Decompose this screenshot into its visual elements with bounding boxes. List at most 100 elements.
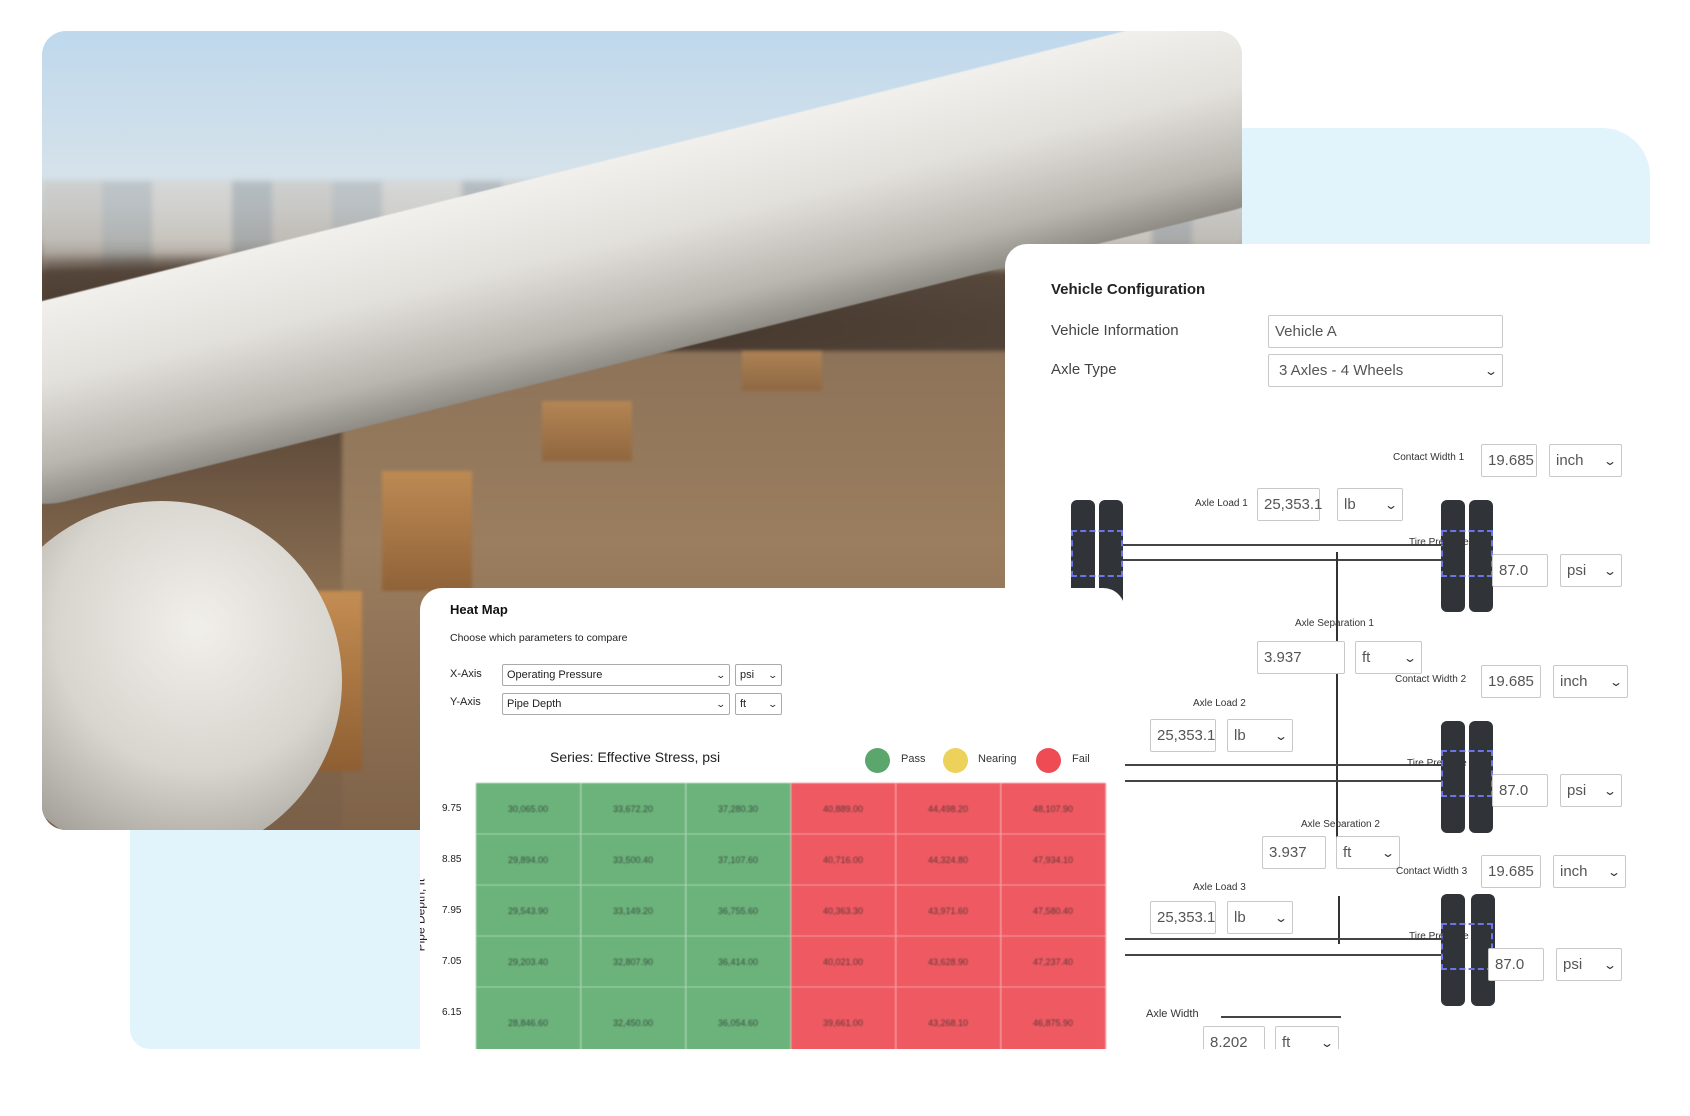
- y-tick-label: 7.05: [442, 955, 462, 967]
- chevron-down-icon: ⌄: [1606, 864, 1622, 879]
- axle-width-line-right: [1221, 1016, 1341, 1018]
- axle-load-1-value: 25,353.1: [1264, 496, 1323, 513]
- chevron-down-icon: ⌄: [1602, 453, 1618, 468]
- separation-2-line: [1338, 896, 1340, 944]
- axle-width-unit-select[interactable]: ft ⌄: [1275, 1026, 1339, 1049]
- heatmap-cell: 43,971.60: [896, 885, 1001, 936]
- tire-pressure-2-input[interactable]: 87.0: [1492, 774, 1548, 807]
- heatmap-cell: 48,107.90: [1001, 783, 1106, 834]
- heatmap-cell: 32,450.00: [581, 987, 686, 1049]
- contact-width-3-value: 19.685: [1488, 863, 1534, 880]
- y-axis-label: Y-Axis: [450, 696, 481, 708]
- heatmap-cell: 29,203.40: [476, 936, 581, 987]
- heatmap-cell: 36,414.00: [686, 936, 791, 987]
- x-axis-parameter-select[interactable]: Operating Pressure ⌄: [502, 664, 730, 686]
- heatmap-cell: 44,324.80: [896, 834, 1001, 885]
- axle-load-2-value: 25,353.1: [1157, 727, 1216, 744]
- axle-load-3-label: Axle Load 3: [1193, 882, 1246, 893]
- y-tick-label: 6.15: [442, 1006, 462, 1018]
- heatmap-cell: 29,894.00: [476, 834, 581, 885]
- contact-width-2-unit-select[interactable]: inch ⌄: [1553, 665, 1628, 698]
- heatmap-cell: 46,875.90: [1001, 987, 1106, 1049]
- contact-width-1-value: 19.685: [1488, 452, 1534, 469]
- heat-map-title: Heat Map: [450, 602, 508, 617]
- axle-separation-1-input[interactable]: 3.937: [1257, 641, 1345, 674]
- axle-load-2-label: Axle Load 2: [1193, 698, 1246, 709]
- heatmap-cell: 40,021.00: [791, 936, 896, 987]
- axle-separation-1-unit: ft: [1362, 649, 1371, 666]
- y-axis-unit-value: ft: [740, 698, 747, 710]
- axle-width-label: Axle Width: [1146, 1008, 1199, 1020]
- axle-separation-2-input[interactable]: 3.937: [1262, 836, 1326, 869]
- vehicle-info-label: Vehicle Information: [1051, 322, 1179, 339]
- tire-pressure-1-input[interactable]: 87.0: [1492, 554, 1548, 587]
- y-axis-unit-select[interactable]: ft ⌄: [735, 693, 782, 715]
- chevron-down-icon: ⌄: [767, 669, 779, 680]
- axle-separation-1-unit-select[interactable]: ft ⌄: [1355, 641, 1422, 674]
- contact-width-2-label: Contact Width 2: [1395, 674, 1467, 685]
- chevron-down-icon: ⌄: [1602, 957, 1618, 972]
- axle-type-select[interactable]: 3 Axles - 4 Wheels ⌄: [1268, 354, 1503, 387]
- tire-pressure-1-unit: psi: [1567, 562, 1587, 579]
- heatmap-cell: 36,755.60: [686, 885, 791, 936]
- heatmap-cell: 40,716.00: [791, 834, 896, 885]
- axle-separation-2-unit: ft: [1343, 844, 1352, 861]
- contact-width-3-unit: inch: [1560, 863, 1588, 880]
- legend-fail-label: Fail: [1072, 753, 1090, 765]
- axle-load-3-input[interactable]: 25,353.1: [1150, 901, 1216, 934]
- heatmap-cell: 40,363.30: [791, 885, 896, 936]
- heatmap-grid: 30,065.00 33,672.20 37,280.30 40,889.00 44,4…: [476, 783, 1106, 1049]
- tire-pressure-1-unit-select[interactable]: psi ⌄: [1560, 554, 1622, 587]
- axle-load-2-unit-select[interactable]: lb ⌄: [1227, 719, 1293, 752]
- tire-pressure-1-value: 87.0: [1499, 562, 1529, 579]
- axle-load-2-input[interactable]: 25,353.1: [1150, 719, 1216, 752]
- chevron-down-icon: ⌄: [1383, 497, 1399, 512]
- chevron-down-icon: ⌄: [767, 698, 779, 709]
- axle-separation-2-unit-select[interactable]: ft ⌄: [1336, 836, 1400, 869]
- axle-load-3-unit-select[interactable]: lb ⌄: [1227, 901, 1293, 934]
- vehicle-info-input[interactable]: Vehicle A: [1268, 315, 1503, 348]
- axle-width-unit: ft: [1282, 1034, 1291, 1049]
- contact-width-1-input[interactable]: 19.685: [1481, 444, 1537, 477]
- legend-pass-label: Pass: [901, 753, 926, 765]
- axle-load-1-unit: lb: [1344, 496, 1356, 513]
- tire-pressure-3-input[interactable]: 87.0: [1488, 948, 1544, 981]
- heatmap-cell: 29,543.90: [476, 885, 581, 936]
- contact-width-2-input[interactable]: 19.685: [1481, 665, 1541, 698]
- axle-separation-2-label: Axle Separation 2: [1301, 819, 1380, 830]
- x-axis-unit-select[interactable]: psi ⌄: [735, 664, 782, 686]
- heatmap-cell: 28,846.60: [476, 987, 581, 1049]
- y-axis-title: Pipe Depth, ft: [420, 878, 428, 952]
- axle-1-line-top: [1123, 544, 1441, 546]
- heatmap-cell: 33,149.20: [581, 885, 686, 936]
- tire-pressure-2-value: 87.0: [1499, 782, 1529, 799]
- axle-separation-1-value: 3.937: [1264, 649, 1302, 666]
- heatmap-cell: 39,661.00: [791, 987, 896, 1049]
- axle-load-1-input[interactable]: 25,353.1: [1257, 488, 1323, 521]
- y-axis-parameter-value: Pipe Depth: [507, 698, 562, 710]
- axle-load-1-unit-select[interactable]: lb ⌄: [1337, 488, 1403, 521]
- contact-width-3-input[interactable]: 19.685: [1481, 855, 1541, 888]
- heatmap-cell: 32,807.90: [581, 936, 686, 987]
- tire-pressure-2-unit-select[interactable]: psi ⌄: [1560, 774, 1622, 807]
- contact-width-1-unit-select[interactable]: inch ⌄: [1549, 444, 1622, 477]
- tire-pressure-3-unit: psi: [1563, 956, 1583, 973]
- heatmap-cell: 33,500.40: [581, 834, 686, 885]
- chevron-down-icon: ⌄: [1402, 650, 1418, 665]
- y-axis-parameter-select[interactable]: Pipe Depth ⌄: [502, 693, 730, 715]
- heatmap-cell: 37,280.30: [686, 783, 791, 834]
- axle-load-3-value: 25,353.1: [1157, 909, 1216, 926]
- axle-width-input[interactable]: 8.202: [1203, 1026, 1265, 1049]
- heatmap-cell: 43,628.90: [896, 936, 1001, 987]
- y-tick-label: 8.85: [442, 853, 462, 865]
- chevron-down-icon: ⌄: [1602, 783, 1618, 798]
- contact-width-3-unit-select[interactable]: inch ⌄: [1553, 855, 1626, 888]
- tire-pressure-3-unit-select[interactable]: psi ⌄: [1556, 948, 1622, 981]
- contact-width-3-label: Contact Width 3: [1396, 866, 1468, 877]
- y-tick-label: 9.75: [442, 802, 462, 814]
- chevron-down-icon: ⌄: [1380, 845, 1396, 860]
- axle-separation-2-value: 3.937: [1269, 844, 1307, 861]
- chevron-down-icon: ⌄: [1483, 363, 1499, 378]
- y-tick-label: 7.95: [442, 904, 462, 916]
- chevron-down-icon: ⌄: [1602, 563, 1618, 578]
